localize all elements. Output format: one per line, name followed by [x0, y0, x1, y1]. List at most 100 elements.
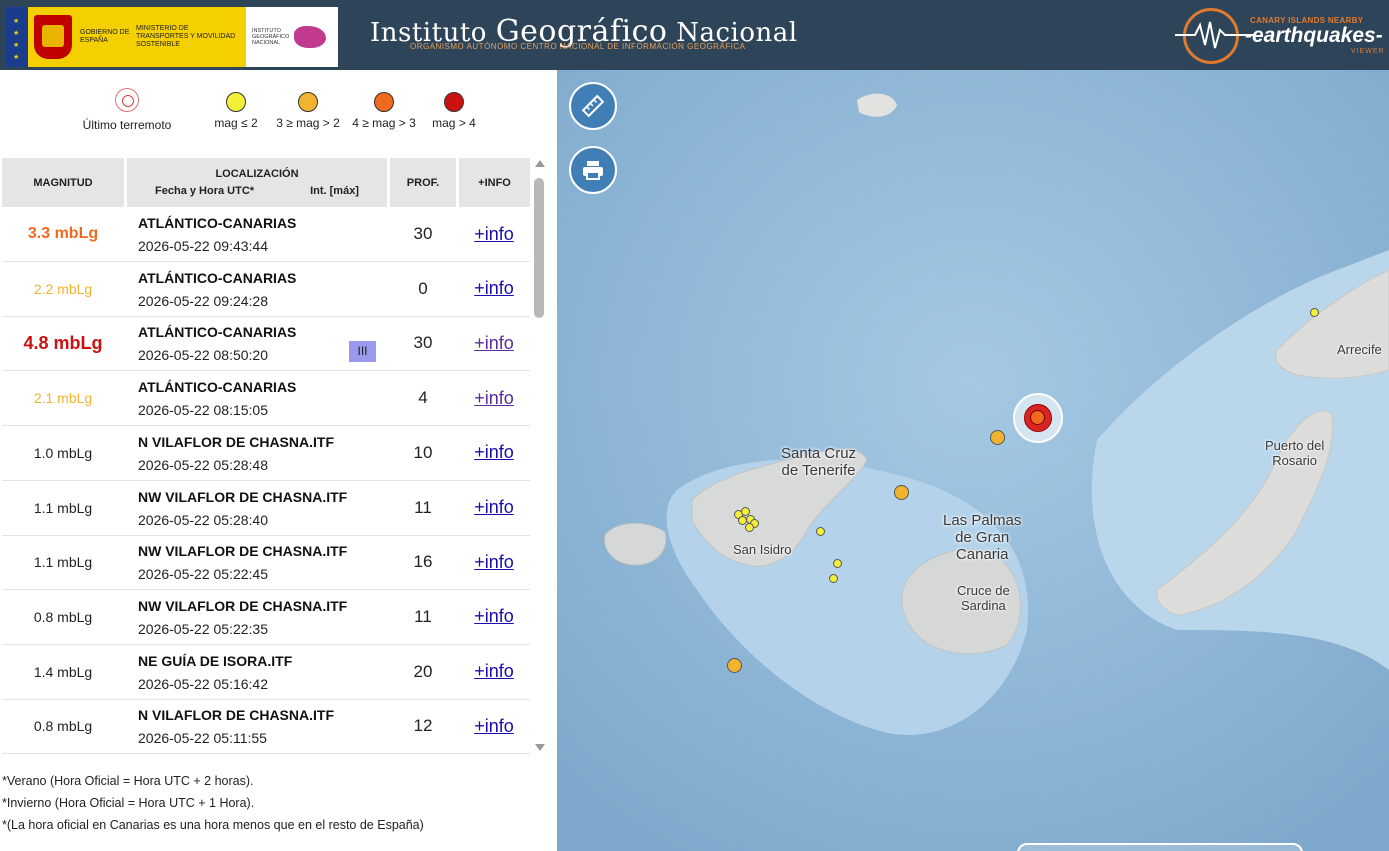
- table-row[interactable]: 1.4 mbLg NE GUÍA DE ISORA.ITF 2026-05-22 0…: [2, 645, 530, 700]
- more-info-link[interactable]: +info: [458, 426, 530, 480]
- place-palmas-line2: de Gran: [955, 529, 1010, 546]
- last-earthquake-marker[interactable]: [1013, 393, 1063, 443]
- location-name: ATLÁNTICO-CANARIAS: [138, 215, 297, 231]
- table-row[interactable]: 1.0 mbLg N VILAFLOR DE CHASNA.ITF 2026-05-…: [2, 426, 530, 481]
- cell-depth: 16: [413, 552, 433, 572]
- map-bottom-panel[interactable]: [1017, 843, 1303, 851]
- print-button[interactable]: [569, 146, 617, 194]
- legend-mag3: 4 ≥ mag > 3: [346, 92, 422, 130]
- legend-mag4: mag > 4: [424, 92, 484, 130]
- legend-last-label: Último terremoto: [82, 118, 172, 132]
- header-bar: ★ ★ ★ ★ GOBIERNO DE ESPAÑA MINISTERIO DE TR…: [0, 0, 1389, 70]
- ruler-icon: [581, 94, 605, 118]
- cell-magnitude: 1.4 mbLg: [33, 663, 93, 680]
- mag-3-3-marker[interactable]: [1030, 410, 1045, 425]
- cell-magnitude: 0.8 mbLg: [33, 718, 93, 735]
- time-notes: *Verano (Hora Oficial = Hora UTC + 2 hor…: [2, 770, 424, 836]
- earthquakes-logo-bottom: VIEWER: [1351, 48, 1385, 55]
- table-row[interactable]: 0.8 mbLg N VILAFLOR DE CHASNA.ITF 2026-05-…: [2, 699, 530, 755]
- note-winter: *Invierno (Hora Oficial = Hora UTC + 1 H…: [2, 796, 255, 810]
- eu-flag-strip: ★ ★ ★ ★: [6, 7, 28, 67]
- cell-depth: 10: [413, 442, 433, 462]
- place-arrecife: Arrecife: [1337, 342, 1382, 357]
- table-row[interactable]: 0.8 mbLg NW VILAFLOR DE CHASNA.ITF 2026-05…: [2, 590, 530, 645]
- cell-location: NW VILAFLOR DE CHASNA.ITF 2026-05-22 05:2…: [138, 598, 378, 637]
- legend-mag1-label: mag ≤ 2: [214, 116, 258, 130]
- table-row[interactable]: 2.2 mbLg ATLÁNTICO-CANARIAS 2026-05-22 09:…: [2, 262, 530, 317]
- table-scrollbar[interactable]: [532, 160, 546, 756]
- scroll-up-arrow-icon[interactable]: [535, 160, 545, 167]
- earthquake-marker[interactable]: [829, 574, 838, 583]
- place-santa-line2: de Tenerife: [781, 462, 856, 479]
- cell-location: ATLÁNTICO-CANARIAS 2026-05-22 09:24:28: [138, 270, 378, 309]
- earthquake-marker[interactable]: [833, 559, 842, 568]
- cell-depth: 30: [413, 333, 433, 353]
- cell-location: ATLÁNTICO-CANARIAS 2026-05-22 08:15:05: [138, 379, 378, 418]
- more-info-link[interactable]: +info: [458, 590, 530, 644]
- more-info-link[interactable]: +info: [458, 371, 530, 425]
- location-name: ATLÁNTICO-CANARIAS: [138, 324, 297, 341]
- legend-last-earthquake: Último terremoto: [70, 88, 184, 132]
- cell-magnitude: 2.1 mbLg: [33, 390, 93, 407]
- header-magnitude[interactable]: MAGNITUD: [2, 158, 124, 207]
- earthquake-map[interactable]: Arrecife Puerto del Rosario Santa Cruz d…: [557, 70, 1389, 851]
- earthquakes-logo-main: -earthquakes-: [1245, 24, 1383, 47]
- place-puerto-line1: Puerto del: [1265, 438, 1325, 453]
- table-row[interactable]: 3.3 mbLg ATLÁNTICO-CANARIAS 2026-05-22 09:…: [2, 207, 530, 262]
- place-las-palmas: Las Palmas de Gran Canaria: [943, 512, 1021, 563]
- place-cruce-de-sardina: Cruce de Sardina: [957, 583, 1010, 613]
- table-row[interactable]: 2.1 mbLg ATLÁNTICO-CANARIAS 2026-05-22 08:…: [2, 371, 530, 427]
- last-earthquake-icon: [115, 88, 139, 112]
- more-info-link[interactable]: +info: [458, 262, 530, 316]
- more-info-link[interactable]: +info: [458, 481, 530, 535]
- place-puerto-line2: Rosario: [1272, 453, 1318, 468]
- more-info-link[interactable]: +info: [458, 535, 530, 589]
- table-row[interactable]: 4.8 mbLg ATLÁNTICO-CANARIAS 2026-05-22 08:…: [2, 316, 530, 372]
- cell-depth: 11: [414, 497, 432, 517]
- ign-small-text: INSTITUTO GEOGRÁFICO NACIONAL: [252, 28, 290, 46]
- earthquake-marker[interactable]: [894, 485, 909, 500]
- coat-of-arms-icon: [34, 15, 72, 59]
- table-row[interactable]: 1.1 mbLg NW VILAFLOR DE CHASNA.ITF 2026-05…: [2, 481, 530, 536]
- header-intensity: Int. [máx]: [310, 185, 359, 197]
- legend-mag3-dot-icon: [374, 92, 394, 112]
- more-info-link[interactable]: +info: [458, 207, 530, 261]
- measure-ruler-button[interactable]: [569, 82, 617, 130]
- location-datetime: 2026-05-22 05:22:35: [138, 620, 268, 637]
- intensity-badge: III: [349, 341, 376, 363]
- scroll-down-arrow-icon[interactable]: [535, 744, 545, 751]
- scrollbar-thumb[interactable]: [534, 178, 544, 318]
- more-info-link[interactable]: +info: [458, 699, 530, 753]
- earthquake-marker[interactable]: [990, 430, 1005, 445]
- location-name: ATLÁNTICO-CANARIAS: [138, 269, 297, 286]
- more-info-link[interactable]: +info: [458, 645, 530, 699]
- earthquake-list-panel: Último terremoto mag ≤ 2 3 ≥ mag > 2 4 ≥…: [0, 70, 556, 851]
- location-datetime: 2026-05-22 05:22:45: [138, 566, 268, 583]
- earthquake-marker[interactable]: [727, 658, 742, 673]
- header-depth[interactable]: PROF.: [390, 158, 456, 207]
- header-location[interactable]: LOCALIZACIÓN Fecha y Hora UTC* Int. [máx…: [127, 158, 387, 207]
- location-name: NW VILAFLOR DE CHASNA.ITF: [138, 488, 348, 505]
- legend-mag1-dot-icon: [226, 92, 246, 112]
- more-info-link[interactable]: +info: [458, 316, 530, 370]
- table-row[interactable]: 1.1 mbLg NW VILAFLOR DE CHASNA.ITF 2026-05…: [2, 535, 530, 591]
- header-info[interactable]: +INFO: [459, 158, 530, 207]
- place-puerto-del-rosario: Puerto del Rosario: [1265, 438, 1324, 468]
- cell-location: NE GUÍA DE ISORA.ITF 2026-05-22 05:16:42: [138, 653, 378, 692]
- earthquake-marker[interactable]: [745, 523, 754, 532]
- cell-location: NW VILAFLOR DE CHASNA.ITF 2026-05-22 05:2…: [138, 543, 378, 582]
- earthquake-marker[interactable]: [816, 527, 825, 536]
- earthquake-marker[interactable]: [1310, 308, 1319, 317]
- legend-mag2-dot-icon: [298, 92, 318, 112]
- cell-location: ATLÁNTICO-CANARIAS 2026-05-22 09:43:44: [138, 215, 378, 254]
- legend-mag4-label: mag > 4: [432, 116, 476, 130]
- seismograph-wave-icon: [1175, 21, 1255, 49]
- place-santa-cruz: Santa Cruz de Tenerife: [781, 445, 856, 479]
- place-cruce-line1: Cruce de: [957, 583, 1010, 598]
- cell-magnitude: 3.3 mbLg: [27, 225, 99, 242]
- cell-depth: 12: [413, 716, 433, 736]
- cell-magnitude: 0.8 mbLg: [33, 608, 93, 625]
- cell-depth: 11: [414, 606, 432, 626]
- legend-mag2-label: 3 ≥ mag > 2: [276, 116, 340, 130]
- earthquakes-viewer-logo: CANARY ISLANDS NEARBY -earthquakes- VIEW…: [1175, 6, 1385, 66]
